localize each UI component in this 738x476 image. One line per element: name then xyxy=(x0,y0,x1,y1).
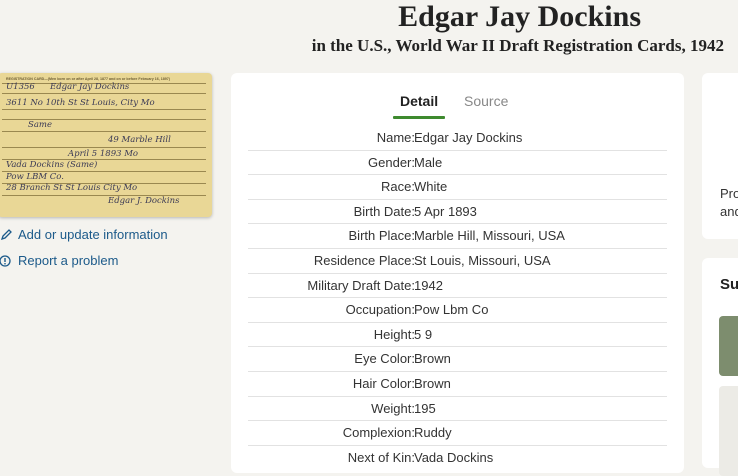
tab-source[interactable]: Source xyxy=(464,93,508,109)
side-card-promo: Pro and xyxy=(702,73,738,239)
suggested-record-thumbnail[interactable] xyxy=(719,316,738,376)
card-mailing-line: Same xyxy=(28,120,52,130)
record-table: Name: Edgar Jay Dockins Gender: Male Race:… xyxy=(248,126,667,469)
record-row: Birth Place: Marble Hill, Missouri, USA xyxy=(248,224,667,249)
record-value: Vada Dockins xyxy=(414,449,494,465)
record-value: White xyxy=(414,179,448,195)
add-update-link[interactable]: Add or update information xyxy=(0,227,168,242)
report-problem-link[interactable]: Report a problem xyxy=(0,253,118,268)
record-row: Residence Place: St Louis, Missouri, USA xyxy=(248,249,667,274)
record-label: Occupation: xyxy=(345,302,415,318)
tab-detail[interactable]: Detail xyxy=(392,93,446,119)
side-card-suggested: Su xyxy=(702,258,738,476)
record-row: Next of Kin: Vada Dockins xyxy=(248,446,667,470)
record-label: Name: xyxy=(376,130,415,145)
card-birth-line: April 5 1893 Mo xyxy=(68,149,139,159)
card-signature: Edgar J. Dockins xyxy=(108,196,180,206)
record-label: Complexion: xyxy=(342,425,415,441)
card-name-line: Edgar Jay Dockins xyxy=(50,82,130,92)
record-row: Birth Date: 5 Apr 1893 xyxy=(248,200,667,225)
record-value: St Louis, Missouri, USA xyxy=(414,252,551,268)
card-header-text: REGISTRATION CARD—(Men born on or after … xyxy=(6,77,170,81)
promo-text-line1: Pro xyxy=(720,186,738,201)
record-label: Eye Color: xyxy=(354,351,415,367)
card-kin-line: Vada Dockins (Same) xyxy=(6,160,98,170)
record-row: Hair Color: Brown xyxy=(248,372,667,397)
card-employer-address-line: 28 Branch St St Louis City Mo xyxy=(6,183,138,193)
draft-card-image[interactable]: REGISTRATION CARD—(Men born on or after … xyxy=(0,73,212,217)
card-employer-line: Pow LBM Co. xyxy=(6,172,64,182)
add-update-label: Add or update information xyxy=(18,227,168,242)
record-value: 195 xyxy=(414,400,436,416)
record-row: Name: Edgar Jay Dockins xyxy=(248,126,667,151)
record-label: Birth Date: xyxy=(353,203,415,219)
record-row: Military Draft Date: 1942 xyxy=(248,274,667,299)
page-title: Edgar Jay Dockins xyxy=(398,0,641,33)
promo-text-line2: and xyxy=(720,204,738,219)
card-address-line: 3611 No 10th St St Louis, City Mo xyxy=(6,98,155,108)
card-serial: U1356 xyxy=(6,82,35,92)
record-label: Gender: xyxy=(368,154,415,170)
record-value: Pow Lbm Co xyxy=(414,302,489,318)
record-label: Birth Place: xyxy=(348,228,415,244)
record-value: 5 9 xyxy=(414,326,433,342)
record-row: Occupation: Pow Lbm Co xyxy=(248,298,667,323)
record-label: Race: xyxy=(381,179,415,195)
page-subtitle: in the U.S., World War II Draft Registra… xyxy=(311,36,724,55)
suggested-header: Su xyxy=(720,276,738,293)
record-value: Ruddy xyxy=(414,425,452,441)
record-value: Brown xyxy=(414,351,451,367)
record-row: Eye Color: Brown xyxy=(248,347,667,372)
record-detail-panel: Detail Source Name: Edgar Jay Dockins Gen… xyxy=(231,73,684,473)
record-row: Complexion: Ruddy xyxy=(248,421,667,446)
record-row: Weight: 195 xyxy=(248,397,667,422)
record-value: Marble Hill, Missouri, USA xyxy=(414,228,565,244)
record-label: Next of Kin: xyxy=(347,449,415,465)
suggested-record-card[interactable] xyxy=(719,386,738,476)
record-label: Height: xyxy=(373,326,415,342)
record-value: Edgar Jay Dockins xyxy=(414,130,523,145)
card-age-line: 49 Marble Hill xyxy=(108,135,171,145)
record-value: 5 Apr 1893 xyxy=(414,203,477,219)
record-value: Brown xyxy=(414,375,451,391)
record-row: Gender: Male xyxy=(248,151,667,176)
info-circle-icon xyxy=(0,254,11,267)
report-problem-label: Report a problem xyxy=(18,253,119,268)
record-label: Residence Place: xyxy=(313,252,415,268)
record-row: Race: White xyxy=(248,175,667,200)
record-label: Weight: xyxy=(371,400,415,416)
record-value: 1942 xyxy=(414,277,443,293)
tab-bar: Detail Source xyxy=(231,93,684,119)
record-label: Military Draft Date: xyxy=(307,277,415,293)
record-row: Height: 5 9 xyxy=(248,323,667,348)
record-value: Male xyxy=(414,154,443,170)
record-label: Hair Color: xyxy=(352,375,415,391)
pencil-icon xyxy=(0,228,12,240)
